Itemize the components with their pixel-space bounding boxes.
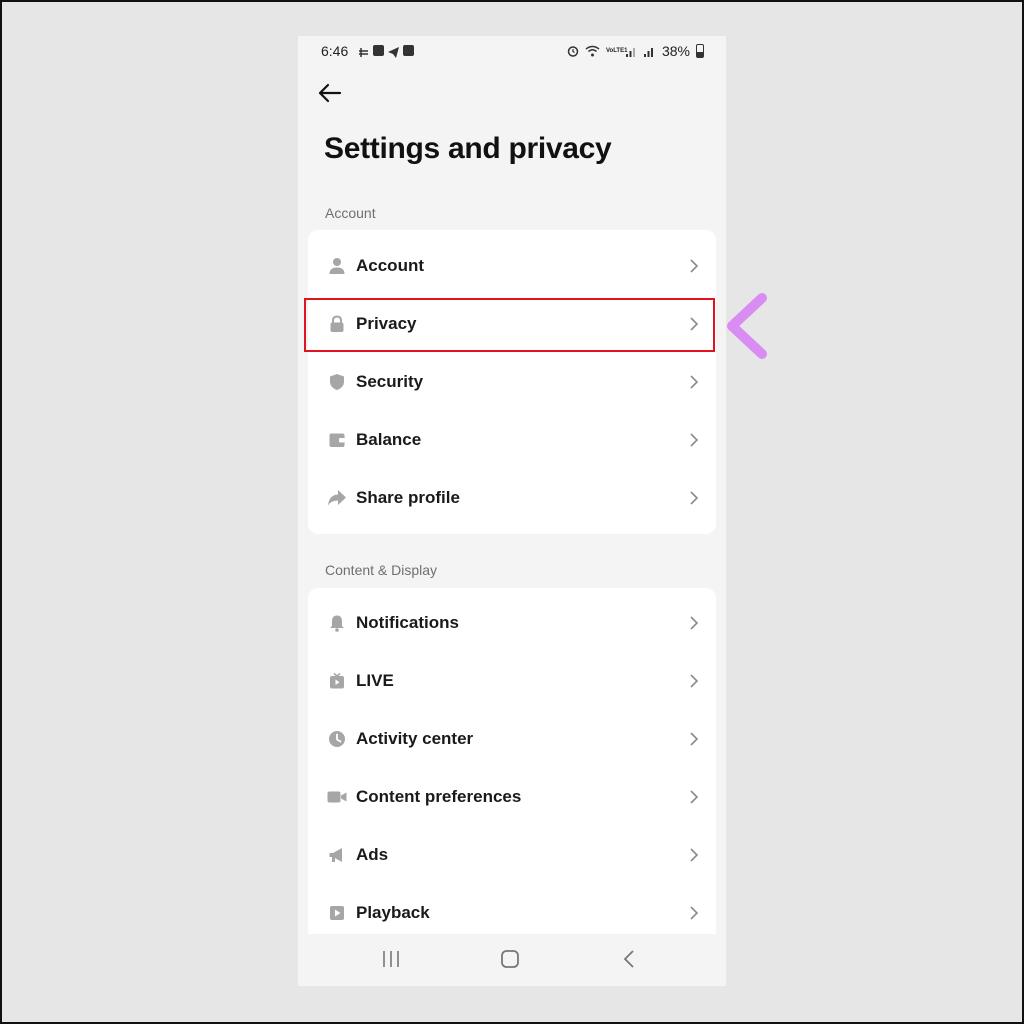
notification-icon xyxy=(358,45,369,57)
chevron-right-icon xyxy=(690,790,699,804)
back-nav-icon[interactable] xyxy=(618,948,642,970)
row-label: Activity center xyxy=(356,729,474,748)
network-type: VoLTE1 xyxy=(605,48,628,54)
privacy-highlight-box xyxy=(304,298,715,352)
telegram-icon xyxy=(388,45,399,58)
chevron-right-icon xyxy=(690,433,699,447)
signal-icon xyxy=(625,47,635,57)
home-icon[interactable] xyxy=(498,948,522,970)
settings-row-account[interactable]: Account xyxy=(308,237,716,295)
phone-screen: 6:46 VoLTE1 38% Settings and privacy Acc… xyxy=(298,36,726,986)
android-nav-bar xyxy=(298,934,726,986)
play-icon xyxy=(327,903,347,923)
recent-apps-icon[interactable] xyxy=(379,948,403,970)
share-icon xyxy=(327,488,347,508)
content-display-card: Notifications LIVE Activity center Conte… xyxy=(308,588,716,948)
notification-icons xyxy=(358,45,414,58)
megaphone-icon xyxy=(327,845,347,865)
account-card: Account Privacy Security Balance Share p… xyxy=(308,230,716,534)
settings-row-live[interactable]: LIVE xyxy=(308,652,716,710)
battery-icon xyxy=(696,44,704,58)
gallery-icon xyxy=(403,45,414,56)
clock-icon xyxy=(327,729,347,749)
status-time: 6:46 xyxy=(321,43,349,59)
annotation-arrow-icon xyxy=(727,293,867,359)
person-icon xyxy=(327,256,347,276)
settings-row-share-profile[interactable]: Share profile xyxy=(308,469,716,527)
row-label: Share profile xyxy=(356,488,460,507)
settings-row-ads[interactable]: Ads xyxy=(308,826,716,884)
settings-row-content-preferences[interactable]: Content preferences xyxy=(308,768,716,826)
chevron-right-icon xyxy=(690,616,699,630)
row-label: Notifications xyxy=(356,613,459,632)
row-label: Ads xyxy=(356,845,389,864)
settings-row-security[interactable]: Security xyxy=(308,353,716,411)
chevron-right-icon xyxy=(690,491,699,505)
row-label: Playback xyxy=(356,903,430,922)
row-label: Security xyxy=(356,372,424,391)
signal-icon-2 xyxy=(643,47,653,57)
chevron-right-icon xyxy=(690,674,699,688)
wallet-icon xyxy=(327,430,347,450)
row-label: Balance xyxy=(356,430,422,449)
chevron-right-icon xyxy=(690,906,699,920)
live-tv-icon xyxy=(327,671,347,691)
settings-row-activity-center[interactable]: Activity center xyxy=(308,710,716,768)
alarm-icon xyxy=(567,46,579,57)
status-bar: 6:46 VoLTE1 38% xyxy=(298,36,726,66)
facebook-icon xyxy=(373,45,384,56)
status-right: VoLTE1 38% xyxy=(567,43,704,59)
chevron-right-icon xyxy=(690,259,699,273)
back-arrow-icon[interactable] xyxy=(316,82,344,104)
settings-row-notifications[interactable]: Notifications xyxy=(308,594,716,652)
wifi-icon xyxy=(585,45,600,57)
row-label: LIVE xyxy=(356,671,394,690)
section-label-account: Account xyxy=(325,205,376,221)
chevron-right-icon xyxy=(690,375,699,389)
section-label-content-display: Content & Display xyxy=(325,562,438,578)
page-title: Settings and privacy xyxy=(324,132,612,165)
row-label: Content preferences xyxy=(356,787,522,806)
chevron-right-icon xyxy=(690,732,699,746)
settings-row-balance[interactable]: Balance xyxy=(308,411,716,469)
video-camera-icon xyxy=(327,787,347,807)
row-label: Account xyxy=(356,256,424,275)
chevron-right-icon xyxy=(690,848,699,862)
shield-icon xyxy=(327,372,347,392)
battery-percent: 38% xyxy=(661,43,690,59)
bell-icon xyxy=(327,613,347,633)
